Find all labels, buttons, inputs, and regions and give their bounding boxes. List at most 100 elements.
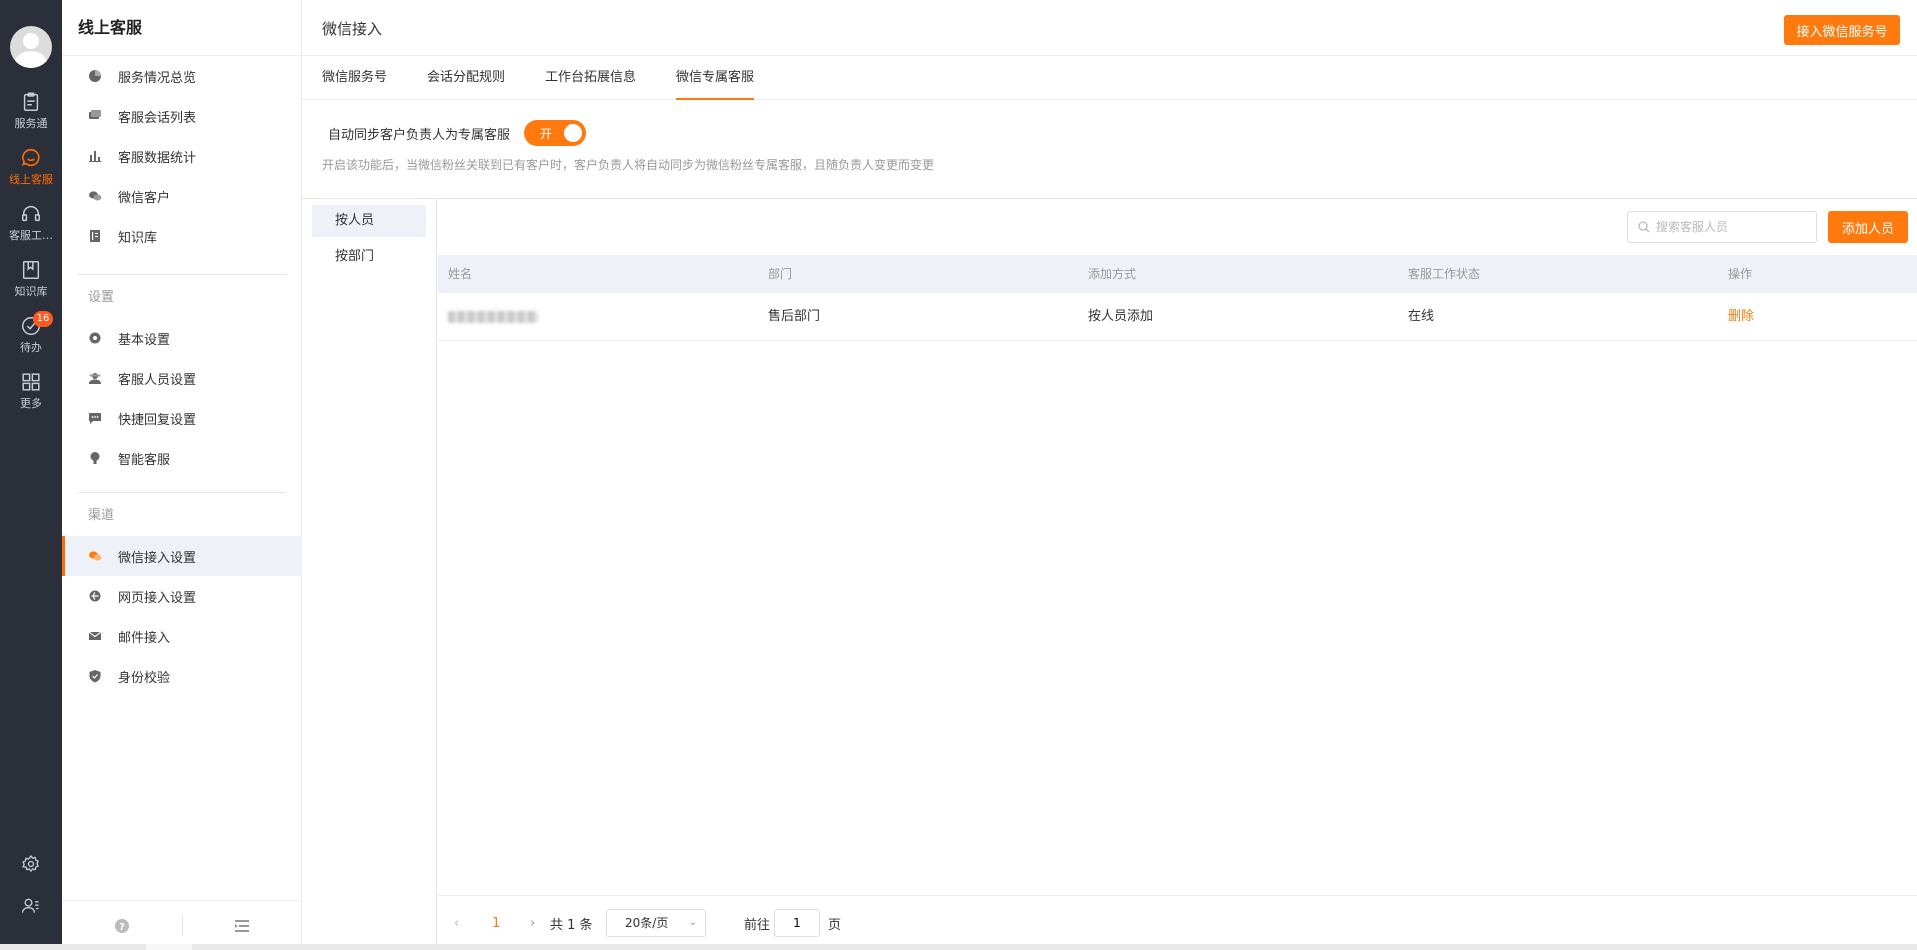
search-input[interactable] bbox=[1656, 220, 1806, 234]
blurred-name bbox=[448, 310, 538, 323]
menu-item-wechat-access[interactable]: 微信接入设置 bbox=[62, 536, 302, 576]
menu-item-data-stats[interactable]: 客服数据统计 bbox=[62, 136, 302, 176]
gear-icon bbox=[88, 331, 102, 345]
rail-item-knowledge[interactable]: 知识库 bbox=[0, 252, 62, 306]
cell-add-method: 按人员添加 bbox=[1088, 309, 1154, 324]
pagination: ‹ 1 › 共 1 条 20条/页 ⌄ 前往 页 bbox=[438, 895, 1917, 950]
rail-user-button[interactable] bbox=[0, 886, 62, 926]
total-count: 共 1 条 bbox=[550, 917, 593, 933]
tab-session-rules[interactable]: 会话分配规则 bbox=[427, 56, 505, 100]
delete-link[interactable]: 删除 bbox=[1728, 309, 1754, 324]
sync-setting-row: 自动同步客户负责人为专属客服 开 bbox=[328, 120, 587, 146]
help-button[interactable]: ? bbox=[62, 918, 182, 934]
rail-item-online-service[interactable]: 线上客服 bbox=[0, 140, 62, 194]
menu-item-email-access[interactable]: 邮件接入 bbox=[62, 616, 302, 656]
menu-item-knowledge-base[interactable]: 知识库 bbox=[62, 216, 302, 256]
menu-divider bbox=[78, 492, 286, 493]
cell-name bbox=[438, 293, 758, 341]
svg-text:?: ? bbox=[119, 922, 125, 933]
menu-item-identity-check[interactable]: 身份校验 bbox=[62, 656, 302, 696]
cell-status: 在线 bbox=[1408, 309, 1435, 324]
message-icon bbox=[88, 411, 102, 425]
agent-table: 姓名 部门 添加方式 客服工作状态 操作 售后部门 按人员添加 在线 删除 bbox=[438, 255, 1917, 341]
rail-settings-button[interactable] bbox=[0, 844, 62, 884]
agent-icon bbox=[88, 371, 102, 385]
menu-divider bbox=[78, 274, 286, 275]
column-header-name: 姓名 bbox=[448, 267, 473, 281]
menu-item-web-access[interactable]: 网页接入设置 bbox=[62, 576, 302, 616]
connect-wechat-button[interactable]: 接入微信服务号 bbox=[1784, 15, 1900, 45]
search-icon bbox=[1638, 221, 1650, 233]
chat-list-icon bbox=[88, 109, 102, 123]
column-header-action: 操作 bbox=[1728, 267, 1753, 281]
column-header-status: 客服工作状态 bbox=[1408, 267, 1481, 281]
page-size-select[interactable]: 20条/页 ⌄ bbox=[606, 909, 706, 937]
chevron-down-icon: ⌄ bbox=[688, 917, 697, 928]
page-number-current[interactable]: 1 bbox=[492, 916, 500, 931]
bar-chart-icon bbox=[88, 149, 102, 163]
toggle-text: 开 bbox=[540, 127, 553, 141]
menu-item-smart-service[interactable]: 智能客服 bbox=[62, 438, 302, 478]
menu-item-wechat-customers[interactable]: 微信客户 bbox=[62, 176, 302, 216]
user-list-icon bbox=[22, 898, 39, 913]
cell-action: 删除 bbox=[1718, 293, 1917, 341]
next-page-button[interactable]: › bbox=[530, 916, 535, 931]
menu-collapse-icon bbox=[235, 919, 250, 932]
table-header: 姓名 部门 添加方式 客服工作状态 操作 bbox=[438, 255, 1917, 293]
section-label-settings: 设置 bbox=[88, 290, 115, 305]
mail-icon bbox=[88, 629, 102, 643]
page-size-value: 20条/页 bbox=[625, 916, 669, 930]
prev-page-button[interactable]: ‹ bbox=[454, 916, 459, 931]
section-label-channels: 渠道 bbox=[88, 508, 115, 523]
column-header-department: 部门 bbox=[768, 267, 793, 281]
table-row: 售后部门 按人员添加 在线 删除 bbox=[438, 293, 1917, 341]
menu-group-overview: 服务情况总览 客服会话列表 客服数据统计 微信客户 知识库 bbox=[62, 56, 302, 256]
gear-icon bbox=[22, 855, 39, 873]
book-icon bbox=[88, 229, 102, 243]
cell-department: 售后部门 bbox=[768, 309, 821, 324]
wechat-icon bbox=[88, 549, 102, 563]
search-box bbox=[1627, 211, 1817, 243]
menu-item-basic-settings[interactable]: 基本设置 bbox=[62, 318, 302, 358]
grid-icon bbox=[22, 373, 40, 391]
add-person-button[interactable]: 添加人员 bbox=[1828, 211, 1908, 243]
header: 微信接入 接入微信服务号 bbox=[302, 0, 1917, 56]
side-menu-footer: ? bbox=[62, 900, 302, 950]
sync-label: 自动同步客户负责人为专属客服 bbox=[328, 127, 511, 143]
side-menu-title: 线上客服 bbox=[62, 0, 301, 56]
sync-toggle[interactable]: 开 bbox=[524, 120, 587, 146]
goto-page-input[interactable] bbox=[774, 909, 820, 937]
menu-group-channels: 渠道 微信接入设置 网页接入设置 邮件接入 身份校验 bbox=[62, 496, 302, 696]
subnav-by-person[interactable]: 按人员 bbox=[312, 205, 426, 237]
sync-description: 开启该功能后，当微信粉丝关联到已有客户时，客户负责人将自动同步为微信粉丝专属客服… bbox=[322, 158, 935, 172]
rail-item-todo[interactable]: 待办 16 bbox=[0, 308, 62, 362]
avatar[interactable] bbox=[10, 26, 52, 68]
tab-workbench-extension[interactable]: 工作台拓展信息 bbox=[545, 56, 636, 100]
clipboard-icon bbox=[23, 92, 39, 111]
book-icon bbox=[22, 261, 40, 279]
pie-icon bbox=[88, 69, 102, 83]
left-rail: 服务通 线上客服 客服工… 知识库 待办 16 更多 bbox=[0, 0, 62, 950]
main-area: 微信接入 接入微信服务号 微信服务号 会话分配规则 工作台拓展信息 微信专属客服… bbox=[302, 0, 1917, 950]
column-header-add-method: 添加方式 bbox=[1088, 267, 1137, 281]
headset-icon bbox=[22, 206, 40, 222]
rail-item-more[interactable]: 更多 bbox=[0, 364, 62, 418]
filter-subnav: 按人员 按部门 bbox=[302, 199, 437, 950]
rail-item-service[interactable]: 服务通 bbox=[0, 84, 62, 138]
browser-icon bbox=[88, 589, 102, 603]
menu-item-agent-settings[interactable]: 客服人员设置 bbox=[62, 358, 302, 398]
subnav-by-department[interactable]: 按部门 bbox=[312, 241, 426, 273]
rail-item-agent-workbench[interactable]: 客服工… bbox=[0, 196, 62, 250]
side-menu: 线上客服 服务情况总览 客服会话列表 客服数据统计 微信客户 知识库 设置 基本… bbox=[62, 0, 302, 950]
menu-item-service-overview[interactable]: 服务情况总览 bbox=[62, 56, 302, 96]
menu-item-quick-reply[interactable]: 快捷回复设置 bbox=[62, 398, 302, 438]
collapse-menu-button[interactable] bbox=[183, 918, 303, 934]
bulb-icon bbox=[88, 451, 102, 465]
menu-item-session-list[interactable]: 客服会话列表 bbox=[62, 96, 302, 136]
tab-bar: 微信服务号 会话分配规则 工作台拓展信息 微信专属客服 bbox=[302, 56, 1917, 100]
menu-group-settings: 设置 基本设置 客服人员设置 快捷回复设置 智能客服 bbox=[62, 278, 302, 478]
shield-icon bbox=[88, 669, 102, 683]
tab-wechat-service-account[interactable]: 微信服务号 bbox=[322, 56, 387, 100]
window-scrollbar[interactable] bbox=[0, 944, 1917, 950]
tab-wechat-dedicated-agent[interactable]: 微信专属客服 bbox=[676, 56, 755, 100]
